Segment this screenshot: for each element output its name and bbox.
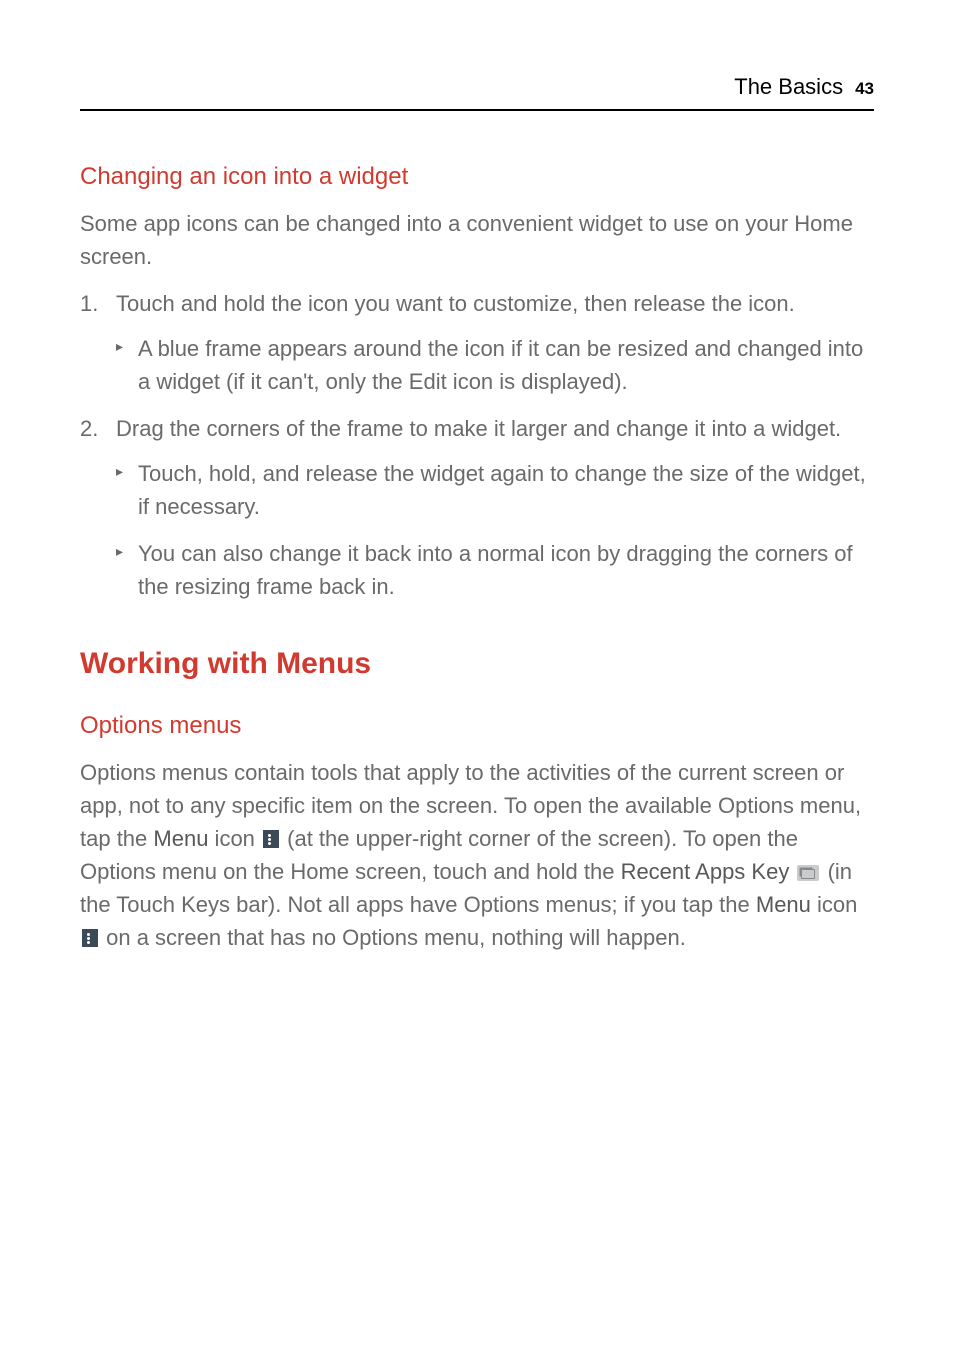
menu-label-2: Menu <box>756 892 811 917</box>
page-header: The Basics 43 <box>80 70 874 111</box>
steps-list: Touch and hold the icon you want to cust… <box>80 287 874 603</box>
para-part-7: on a screen that has no Options menu, no… <box>100 925 686 950</box>
step-2-sublist: Touch, hold, and release the widget agai… <box>116 457 874 603</box>
section-heading-working-with-menus: Working with Menus <box>80 641 874 686</box>
page-number: 43 <box>855 76 874 102</box>
para-part-4 <box>789 859 795 884</box>
para-part-6: icon <box>811 892 857 917</box>
section1-intro: Some app icons can be changed into a con… <box>80 207 874 273</box>
menu-label-1: Menu <box>153 826 208 851</box>
recent-apps-key-label: Recent Apps Key <box>621 859 790 884</box>
step-2-sub-2: You can also change it back into a norma… <box>116 537 874 603</box>
recent-apps-icon <box>797 865 819 881</box>
options-menus-paragraph: Options menus contain tools that apply t… <box>80 756 874 954</box>
step-2-sub-1: Touch, hold, and release the widget agai… <box>116 457 874 523</box>
subsection-heading-options-menus: Options menus <box>80 708 874 744</box>
step-1: Touch and hold the icon you want to cust… <box>80 287 874 398</box>
step-1-sub-1: A blue frame appears around the icon if … <box>116 332 874 398</box>
para-part-2: icon <box>208 826 261 851</box>
step-1-sublist: A blue frame appears around the icon if … <box>116 332 874 398</box>
step-2: Drag the corners of the frame to make it… <box>80 412 874 603</box>
menu-icon <box>263 830 279 848</box>
menu-icon-2 <box>82 929 98 947</box>
subsection-heading-changing-icon: Changing an icon into a widget <box>80 159 874 195</box>
step-1-text: Touch and hold the icon you want to cust… <box>116 291 795 316</box>
header-section-title: The Basics <box>734 70 843 103</box>
step-2-text: Drag the corners of the frame to make it… <box>116 416 841 441</box>
